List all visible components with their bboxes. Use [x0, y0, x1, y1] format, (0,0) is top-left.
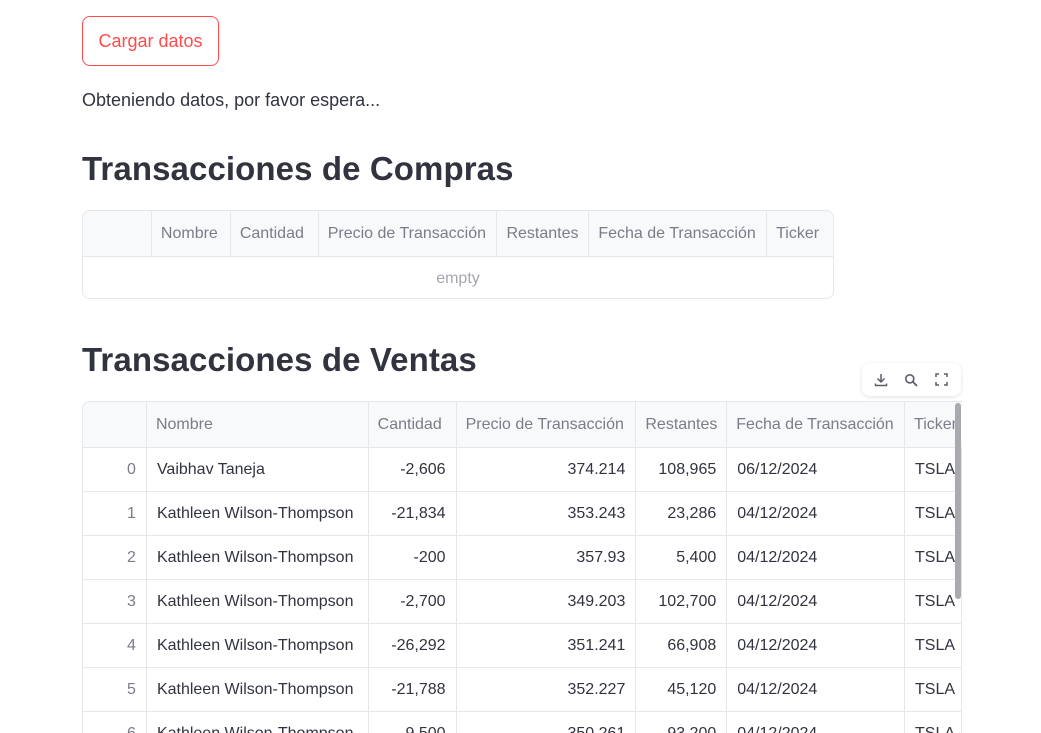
load-data-button[interactable]: Cargar datos — [82, 16, 219, 66]
table-row[interactable]: 2 Kathleen Wilson-Thompson -200 357.93 5… — [83, 536, 962, 580]
table-row[interactable]: 1 Kathleen Wilson-Thompson -21,834 353.2… — [83, 492, 962, 536]
download-icon[interactable] — [870, 369, 892, 391]
sales-table-header: Nombre Cantidad Precio de Transacción Re… — [83, 402, 962, 448]
sales-col-restantes[interactable]: Restantes — [636, 402, 728, 447]
cell-precio[interactable]: 374.214 — [457, 448, 637, 491]
cell-precio[interactable]: 351.241 — [457, 624, 637, 667]
table-scrollbar[interactable] — [955, 403, 961, 599]
cell-ticker[interactable]: TSLA — [905, 668, 962, 711]
buys-table-header: Nombre Cantidad Precio de Transacción Re… — [83, 211, 833, 257]
sales-col-fecha[interactable]: Fecha de Transacción — [727, 402, 906, 447]
cell-nombre[interactable]: Vaibhav Taneja — [147, 448, 369, 491]
cell-fecha[interactable]: 04/12/2024 — [727, 668, 906, 711]
cell-cantidad[interactable]: -2,606 — [369, 448, 457, 491]
buys-col-ticker[interactable]: Ticker — [767, 211, 833, 256]
buys-col-precio[interactable]: Precio de Transacción — [319, 211, 498, 256]
cell-fecha[interactable]: 04/12/2024 — [727, 536, 906, 579]
buys-col-cantidad[interactable]: Cantidad — [231, 211, 319, 256]
cell-cantidad[interactable]: -21,788 — [369, 668, 457, 711]
cell-ticker[interactable]: TSLA — [905, 580, 962, 623]
row-index: 5 — [83, 668, 147, 711]
row-index: 1 — [83, 492, 147, 535]
cell-ticker[interactable]: TSLA — [905, 624, 962, 667]
app-page: Cargar datos Obteniendo datos, por favor… — [0, 0, 1041, 733]
cell-nombre[interactable]: Kathleen Wilson-Thompson — [147, 580, 369, 623]
sales-col-cantidad[interactable]: Cantidad — [369, 402, 457, 447]
cell-ticker[interactable]: TSLA — [905, 712, 962, 733]
row-index: 4 — [83, 624, 147, 667]
table-row[interactable]: 0 Vaibhav Taneja -2,606 374.214 108,965 … — [83, 448, 962, 492]
cell-restantes[interactable]: 66,908 — [636, 624, 728, 667]
cell-restantes[interactable]: 93,200 — [636, 712, 728, 733]
cell-nombre[interactable]: Kathleen Wilson-Thompson — [147, 536, 369, 579]
sales-col-nombre[interactable]: Nombre — [147, 402, 369, 447]
cell-precio[interactable]: 352.227 — [457, 668, 637, 711]
table-row[interactable]: 5 Kathleen Wilson-Thompson -21,788 352.2… — [83, 668, 962, 712]
cell-cantidad[interactable]: -26,292 — [369, 624, 457, 667]
cell-cantidad[interactable]: -2,700 — [369, 580, 457, 623]
cell-nombre[interactable]: Kathleen Wilson-Thompson — [147, 668, 369, 711]
cell-nombre[interactable]: Kathleen Wilson-Thompson — [147, 712, 369, 733]
row-index: 0 — [83, 448, 147, 491]
cell-cantidad[interactable]: -200 — [369, 536, 457, 579]
cell-precio[interactable]: 353.243 — [457, 492, 637, 535]
cell-fecha[interactable]: 04/12/2024 — [727, 624, 906, 667]
cell-restantes[interactable]: 45,120 — [636, 668, 728, 711]
fullscreen-icon[interactable] — [931, 369, 953, 391]
cell-nombre[interactable]: Kathleen Wilson-Thompson — [147, 492, 369, 535]
cell-precio[interactable]: 357.93 — [457, 536, 637, 579]
cell-fecha[interactable]: 06/12/2024 — [727, 448, 906, 491]
buys-title: Transacciones de Compras — [82, 150, 514, 187]
table-row[interactable]: 6 Kathleen Wilson-Thompson -9,500 350.26… — [83, 712, 962, 733]
buys-col-nombre[interactable]: Nombre — [152, 211, 231, 256]
sales-table[interactable]: Nombre Cantidad Precio de Transacción Re… — [82, 401, 962, 733]
cell-cantidad[interactable]: -9,500 — [369, 712, 457, 733]
table-row[interactable]: 4 Kathleen Wilson-Thompson -26,292 351.2… — [83, 624, 962, 668]
row-index: 3 — [83, 580, 147, 623]
buys-col-restantes[interactable]: Restantes — [497, 211, 590, 256]
cell-fecha[interactable]: 04/12/2024 — [727, 712, 906, 733]
sales-col-precio[interactable]: Precio de Transacción — [457, 402, 637, 447]
sales-col-index[interactable] — [83, 402, 147, 447]
buys-empty-message: empty — [436, 269, 480, 287]
table-row[interactable]: 3 Kathleen Wilson-Thompson -2,700 349.20… — [83, 580, 962, 624]
cell-fecha[interactable]: 04/12/2024 — [727, 580, 906, 623]
sales-title: Transacciones de Ventas — [82, 341, 477, 378]
cell-ticker[interactable]: TSLA — [905, 536, 962, 579]
cell-restantes[interactable]: 23,286 — [636, 492, 728, 535]
buys-col-index[interactable] — [83, 211, 152, 256]
cell-restantes[interactable]: 108,965 — [636, 448, 728, 491]
cell-restantes[interactable]: 5,400 — [636, 536, 728, 579]
cell-cantidad[interactable]: -21,834 — [369, 492, 457, 535]
cell-restantes[interactable]: 102,700 — [636, 580, 728, 623]
buys-col-fecha[interactable]: Fecha de Transacción — [589, 211, 768, 256]
table-toolbar — [862, 363, 961, 396]
status-text: Obteniendo datos, por favor espera... — [82, 90, 381, 110]
buys-table[interactable]: Nombre Cantidad Precio de Transacción Re… — [82, 210, 834, 299]
sales-col-ticker[interactable]: Ticker — [905, 402, 962, 447]
row-index: 2 — [83, 536, 147, 579]
cell-ticker[interactable]: TSLA — [905, 448, 962, 491]
cell-fecha[interactable]: 04/12/2024 — [727, 492, 906, 535]
cell-nombre[interactable]: Kathleen Wilson-Thompson — [147, 624, 369, 667]
cell-ticker[interactable]: TSLA — [905, 492, 962, 535]
row-index: 6 — [83, 712, 147, 733]
search-icon[interactable] — [900, 369, 922, 391]
cell-precio[interactable]: 349.203 — [457, 580, 637, 623]
cell-precio[interactable]: 350.261 — [457, 712, 637, 733]
